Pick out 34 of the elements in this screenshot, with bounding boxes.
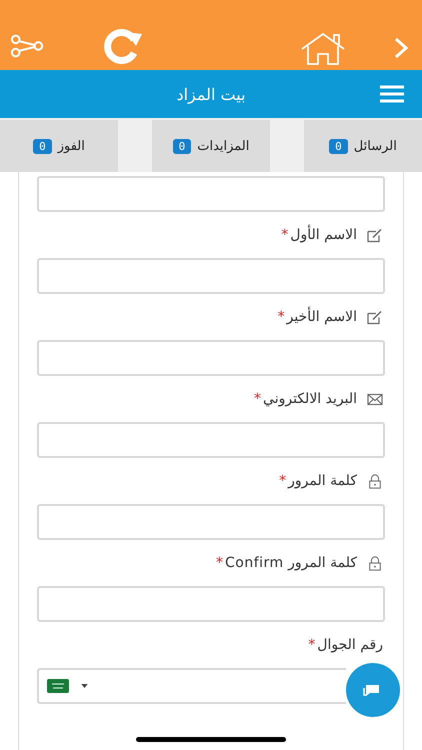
share-icon[interactable]	[10, 34, 44, 58]
field-label: الاسم الأول	[290, 227, 357, 243]
chat-button[interactable]	[346, 663, 400, 717]
edit-icon	[367, 310, 383, 324]
edit-icon	[367, 228, 383, 242]
input-field[interactable]	[37, 504, 385, 540]
input-field[interactable]	[37, 176, 385, 212]
field-label: البريد الالكتروني	[263, 391, 357, 407]
flag-icon	[47, 679, 69, 693]
app-title: بيت المزاد	[176, 84, 246, 104]
field-label: رقم الجوال	[317, 637, 383, 653]
required-asterisk: *	[278, 309, 285, 325]
input-field[interactable]	[37, 258, 385, 294]
count-badge: 0	[172, 138, 192, 154]
field-label: كلمة المرور Confirm	[225, 555, 357, 571]
menu-icon[interactable]	[380, 85, 404, 103]
phone-field[interactable]	[37, 668, 346, 704]
required-asterisk: *	[308, 637, 316, 653]
count-badge: 0	[329, 138, 348, 154]
required-asterisk: *	[281, 227, 288, 243]
input-field[interactable]	[37, 586, 385, 622]
field-label: الاسم الأخير	[286, 309, 357, 325]
count-badge: 0	[33, 138, 52, 154]
required-asterisk: *	[254, 391, 262, 407]
required-asterisk: *	[216, 555, 224, 571]
envelope-icon	[367, 392, 383, 406]
field-label: كلمة المرور	[288, 473, 357, 489]
required-asterisk: *	[279, 473, 286, 489]
lock-icon	[367, 474, 383, 488]
input-field[interactable]	[37, 422, 385, 458]
chevron-right-icon[interactable]	[394, 36, 408, 60]
dropdown-caret-icon[interactable]	[81, 684, 88, 688]
input-field[interactable]	[37, 340, 385, 376]
lock-icon	[367, 556, 383, 570]
